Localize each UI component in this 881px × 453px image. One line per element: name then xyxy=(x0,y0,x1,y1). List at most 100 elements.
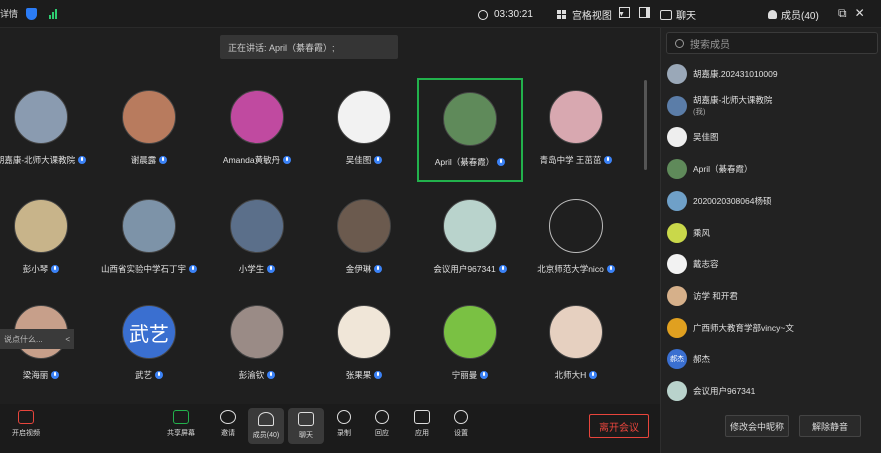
search-icon xyxy=(675,38,684,48)
video-tile[interactable]: April（綦春霞） xyxy=(417,78,523,182)
participant-name-row: 彭渝钦 xyxy=(239,369,276,381)
collapse-arrow-icon[interactable]: < xyxy=(65,335,70,344)
grid-scrollbar[interactable] xyxy=(644,80,647,170)
video-tile[interactable]: 彭小琴 xyxy=(0,187,94,291)
apps-button[interactable]: 应用 xyxy=(404,410,440,438)
microphone-icon xyxy=(189,265,197,273)
start-video-label: 开启视频 xyxy=(12,430,40,437)
video-tile[interactable]: 谢晨露 xyxy=(96,78,202,182)
avatar xyxy=(549,90,603,144)
video-tile[interactable]: 吴佳图 xyxy=(311,78,417,182)
person-icon xyxy=(768,10,777,19)
microphone-icon xyxy=(374,156,383,164)
tab-chat[interactable]: 聊天 xyxy=(660,7,696,22)
settings-button[interactable]: 设置 xyxy=(443,410,479,438)
member-text: 郝杰 xyxy=(693,353,710,365)
video-tile[interactable]: 武艺 武艺 xyxy=(96,293,202,397)
video-tile[interactable]: 青岛中学 王茁茁 xyxy=(523,78,629,182)
signal-strength-icon[interactable] xyxy=(49,8,58,19)
share-screen-label: 共享屏幕 xyxy=(167,430,195,437)
sidebar-toggle-icon[interactable] xyxy=(639,7,650,18)
member-list-item[interactable]: 访学 和开君 xyxy=(667,284,877,308)
microphone-icon xyxy=(159,156,168,164)
avatar xyxy=(230,305,284,359)
video-tile[interactable]: 会议用户967341 xyxy=(417,187,523,291)
avatar xyxy=(122,199,176,253)
leave-meeting-button[interactable]: 离开会议 xyxy=(589,414,649,438)
member-name: 胡嘉康-北师大课教院 xyxy=(693,95,773,106)
video-tile[interactable]: 彭渝钦 xyxy=(204,293,310,397)
view-mode-button[interactable]: 宫格视图 xyxy=(572,7,612,22)
microphone-icon xyxy=(78,156,87,164)
member-list-item[interactable]: 胡嘉康-北师大课教院 (我) xyxy=(667,94,877,118)
participant-name-row: Amanda黄敏丹 xyxy=(223,154,292,166)
participant-name-row: 山西省实验中学石丁宇 xyxy=(101,263,197,275)
rename-button[interactable]: 修改会中昵称 xyxy=(725,415,789,437)
member-list-item[interactable]: 2020020308064杨硕 xyxy=(667,189,877,213)
microphone-icon xyxy=(267,371,276,379)
participant-name-row: 北京师范大学nico xyxy=(537,263,615,275)
member-list-item[interactable]: 郝杰 郝杰 xyxy=(667,347,877,371)
tab-chat-label: 聊天 xyxy=(676,11,696,22)
participant-name-row: 青岛中学 王茁茁 xyxy=(540,154,613,166)
participant-name-row: 吴佳图 xyxy=(346,154,383,166)
record-button[interactable]: 录制 xyxy=(326,410,362,438)
member-list-item[interactable]: 广西师大教育学部vincy~文 xyxy=(667,316,877,340)
reaction-button[interactable]: 回应 xyxy=(364,410,400,438)
participant-name-row: 宁丽曼 xyxy=(452,369,489,381)
invite-person-icon xyxy=(220,410,236,424)
grid-view-icon xyxy=(556,10,566,19)
avatar xyxy=(667,159,687,180)
top-window-icons xyxy=(619,7,650,18)
popout-icon[interactable]: ⧉ xyxy=(838,6,847,21)
fullscreen-icon[interactable] xyxy=(619,7,630,18)
video-grid: 胡嘉康-北师大课教院 谢晨露 Amanda黄敏丹 吴佳图 April（綦春霞） 青岛中学 … xyxy=(0,70,650,400)
start-video-button[interactable]: 开启视频 xyxy=(8,410,44,438)
top-bar: 详情 03:30:21 宫格视图 ▼ 聊天 成员(40) ⧉ ✕ xyxy=(0,0,881,28)
video-tile[interactable]: 金伊琳 xyxy=(311,187,417,291)
member-list-item[interactable]: 乘风 xyxy=(667,221,877,245)
member-search-input[interactable]: 搜索成员 xyxy=(666,32,878,54)
avatar xyxy=(230,199,284,253)
participant-name-row: 会议用户967341 xyxy=(433,263,507,275)
details-link[interactable]: 详情 xyxy=(0,7,18,20)
security-shield-icon[interactable] xyxy=(26,7,38,20)
members-button[interactable]: 成员(40) xyxy=(248,408,284,444)
video-tile[interactable]: Amanda黄敏丹 xyxy=(204,78,310,182)
video-tile[interactable]: 张果果 xyxy=(311,293,417,397)
apps-grid-icon xyxy=(414,410,430,424)
video-tile[interactable]: 胡嘉康-北师大课教院 xyxy=(0,78,94,182)
microphone-icon xyxy=(497,158,506,166)
member-list-item[interactable]: April（綦春霞） xyxy=(667,157,877,181)
avatar xyxy=(667,254,687,275)
video-tile[interactable]: 山西省实验中学石丁宇 xyxy=(96,187,202,291)
participant-name-row: 北师大H xyxy=(555,369,598,381)
participant-name-row: 谢晨露 xyxy=(131,154,168,166)
share-screen-button[interactable]: 共享屏幕 xyxy=(163,410,199,438)
unmute-button[interactable]: 解除静音 xyxy=(799,415,861,437)
members-icon xyxy=(258,412,274,426)
close-icon[interactable]: ✕ xyxy=(855,6,865,21)
video-tile[interactable]: 小学生 xyxy=(204,187,310,291)
member-list-item[interactable]: 吴佳图 xyxy=(667,125,877,149)
participant-name-row: April（綦春霞） xyxy=(435,156,506,168)
chat-input-hint[interactable]: 说点什么... < xyxy=(0,329,74,349)
member-name: 郝杰 xyxy=(693,354,711,365)
video-tile[interactable]: 宁丽曼 xyxy=(417,293,523,397)
meeting-toolbar: 开启视频 共享屏幕 邀请 成员(40) 聊天 录制 回应 应用 设置 离开会议 xyxy=(0,404,660,453)
tab-members[interactable]: 成员(40) xyxy=(768,7,819,22)
member-list-item[interactable]: 胡嘉康.202431010009 xyxy=(667,62,877,86)
invite-button[interactable]: 邀请 xyxy=(210,410,246,438)
chat-button[interactable]: 聊天 xyxy=(288,408,324,444)
member-name: April（綦春霞） xyxy=(693,164,753,175)
member-list-item[interactable]: 戴志容 xyxy=(667,252,877,276)
participant-name-row: 金伊琳 xyxy=(346,263,383,275)
video-tile[interactable]: 北京师范大学nico xyxy=(523,187,629,291)
avatar xyxy=(337,305,391,359)
member-list-item[interactable]: 会议用户967341 xyxy=(667,379,877,403)
member-name: 戴志容 xyxy=(693,259,719,270)
avatar xyxy=(667,222,687,243)
video-tile[interactable]: 北师大H xyxy=(523,293,629,397)
member-sub-label: (我) xyxy=(693,107,706,117)
members-label: 成员(40) xyxy=(252,432,280,439)
